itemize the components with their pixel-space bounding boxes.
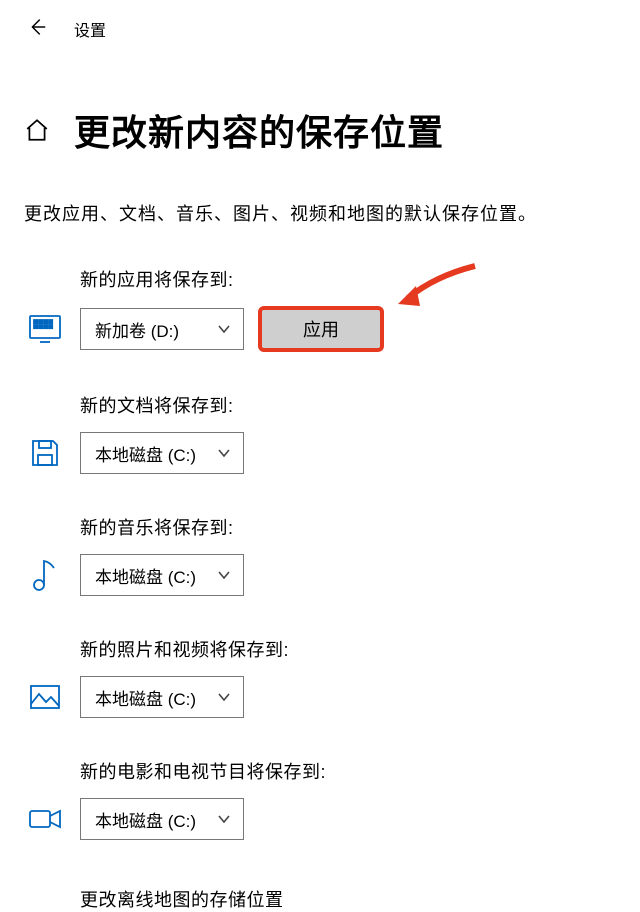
section-photos: 新的照片和视频将保存到: 本地磁盘 (C:) [0, 596, 640, 718]
docs-dropdown-value: 本地磁盘 (C:) [95, 441, 196, 466]
movies-dropdown[interactable]: 本地磁盘 (C:) [80, 798, 244, 840]
apps-dropdown-value: 新加卷 (D:) [95, 317, 179, 342]
home-icon[interactable] [24, 117, 50, 143]
image-icon [24, 684, 66, 710]
docs-label: 新的文档将保存到: [80, 392, 616, 418]
photos-dropdown-value: 本地磁盘 (C:) [95, 685, 196, 710]
chevron-down-icon [217, 690, 231, 704]
section-apps: 新的应用将保存到: 新加卷 (D:) 应用 [0, 226, 640, 352]
docs-dropdown[interactable]: 本地磁盘 (C:) [80, 432, 244, 474]
music-icon [24, 558, 66, 592]
photos-label: 新的照片和视频将保存到: [80, 636, 616, 662]
apply-button-label: 应用 [303, 316, 339, 342]
section-movies: 新的电影和电视节目将保存到: 本地磁盘 (C:) [0, 718, 640, 840]
page-title: 更改新内容的保存位置 [74, 104, 444, 156]
save-icon [24, 438, 66, 468]
chevron-down-icon [217, 568, 231, 582]
music-label: 新的音乐将保存到: [80, 514, 616, 540]
music-dropdown-value: 本地磁盘 (C:) [95, 563, 196, 588]
page-description: 更改应用、文档、音乐、图片、视频和地图的默认保存位置。 [0, 156, 640, 226]
apps-label: 新的应用将保存到: [80, 266, 616, 292]
chevron-down-icon [217, 812, 231, 826]
back-button[interactable] [26, 16, 48, 42]
title-row: 更改新内容的保存位置 [0, 52, 640, 156]
section-documents: 新的文档将保存到: 本地磁盘 (C:) [0, 352, 640, 474]
chevron-down-icon [217, 322, 231, 336]
header-title: 设置 [74, 17, 106, 41]
section-music: 新的音乐将保存到: 本地磁盘 (C:) [0, 474, 640, 596]
movies-dropdown-value: 本地磁盘 (C:) [95, 807, 196, 832]
photos-dropdown[interactable]: 本地磁盘 (C:) [80, 676, 244, 718]
offline-maps-label: 更改离线地图的存储位置 [0, 840, 640, 912]
music-dropdown[interactable]: 本地磁盘 (C:) [80, 554, 244, 596]
apps-dropdown[interactable]: 新加卷 (D:) [80, 308, 244, 350]
apps-icon [24, 314, 66, 344]
apply-button[interactable]: 应用 [258, 306, 384, 352]
movies-label: 新的电影和电视节目将保存到: [80, 758, 616, 784]
video-icon [24, 807, 66, 831]
header: 设置 [0, 0, 640, 52]
chevron-down-icon [217, 446, 231, 460]
